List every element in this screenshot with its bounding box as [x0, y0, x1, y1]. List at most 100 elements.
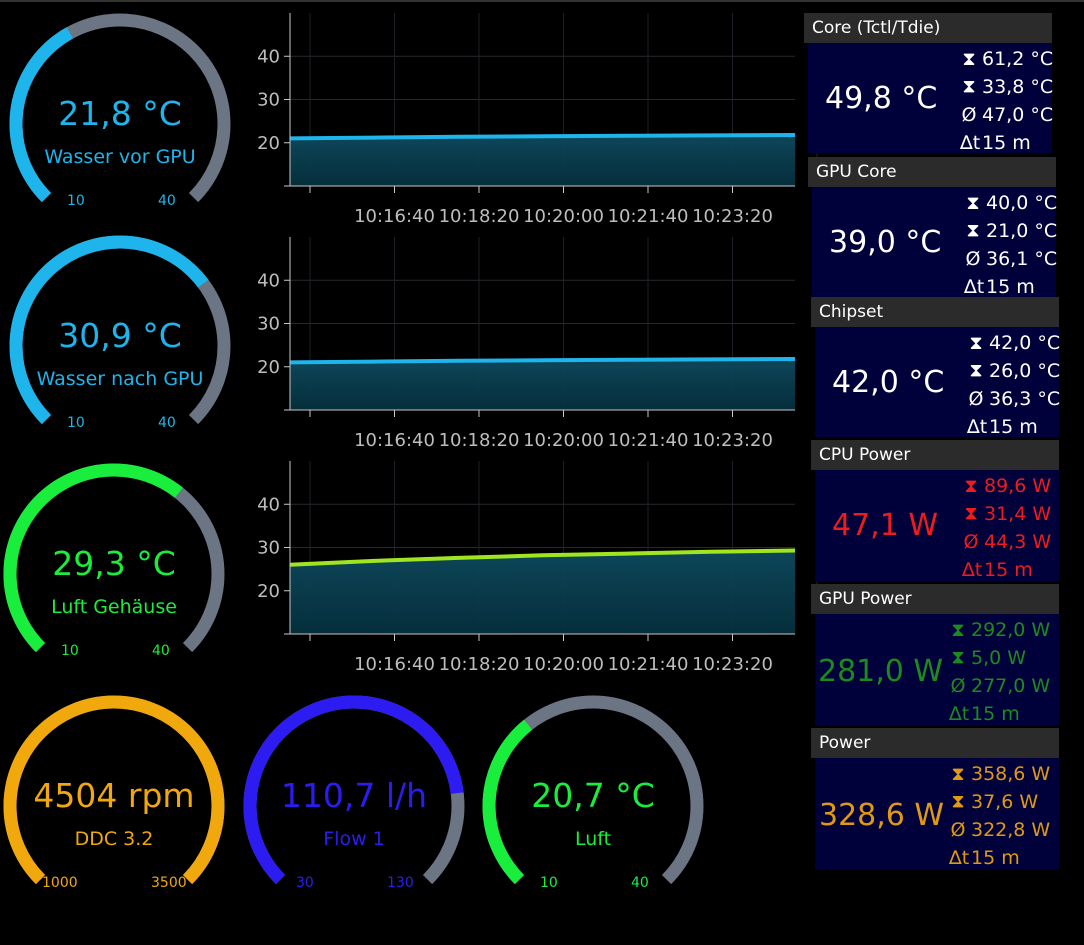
y-tick-label: 30: [257, 314, 280, 335]
gauge-min: 10: [67, 193, 85, 209]
panel-gpu-power: GPU Power 281,0 W ⧗ 292,0 W ⧗ 5,0 W Ø 277,0…: [811, 584, 1059, 726]
stat-max: ⧗ 292,0 W: [949, 616, 1050, 644]
gauge-wasser-vor-gpu: 21,8 °C Wasser vor GPU 10 40: [8, 12, 232, 212]
stat-max-value: 292,0 W: [971, 619, 1051, 641]
avg-icon: Ø: [950, 675, 966, 697]
stat-avg-value: 36,3 °C: [989, 388, 1061, 410]
gauge-min: 10: [67, 415, 85, 431]
panel-value: 49,8 °C: [825, 81, 938, 116]
stat-min: ⧗ 26,0 °C: [967, 357, 1060, 385]
stat-min-value: 33,8 °C: [982, 76, 1054, 98]
x-tick-label: 10:18:20: [439, 654, 520, 675]
stat-avg: Ø 322,8 W: [949, 816, 1051, 844]
chart-luft-gehaeuse: 20 30 40 10:16:40 10:18:20 10:20:00 10:21:40 10…: [250, 458, 818, 678]
min-icon: ⧗: [962, 76, 976, 98]
series-area: [290, 135, 795, 186]
y-tick-label: 40: [257, 494, 280, 515]
gauge-luft: 20,7 °C Luft 10 40: [481, 694, 705, 906]
delta-t-icon: ∆t: [949, 703, 970, 725]
x-tick-label: 10:21:40: [608, 430, 689, 451]
stat-min: ⧗ 5,0 W: [949, 644, 1026, 672]
gauge-max: 40: [631, 875, 649, 891]
panel-value: 47,1 W: [832, 508, 938, 543]
gauge-label: Wasser nach GPU: [36, 368, 204, 390]
gauge-value: 20,7 °C: [531, 776, 655, 815]
min-icon: ⧗: [951, 647, 965, 669]
max-icon: ⧗: [951, 619, 965, 641]
gauge-max: 40: [158, 193, 176, 209]
chart-wasser-nach-gpu: 20 30 40 10:16:40 10:18:20 10:20:00 10:21:40 10…: [250, 234, 818, 454]
stat-min: ⧗ 31,4 W: [962, 500, 1051, 528]
stat-avg: Ø 277,0 W: [949, 672, 1051, 700]
gauge-min: 10: [61, 643, 79, 659]
stat-dt-value: 15 m: [982, 132, 1031, 154]
gauge-label: Wasser vor GPU: [44, 146, 196, 168]
delta-t-icon: ∆t: [967, 416, 988, 438]
delta-t-icon: ∆t: [949, 847, 970, 869]
panel-gpu-core: GPU Core 39,0 °C ⧗ 40,0 °C ⧗ 21,0 °C Ø 36,1…: [808, 157, 1058, 298]
max-icon: ⧗: [969, 332, 983, 354]
stat-dt-value: 15 m: [989, 416, 1038, 438]
panel-chipset: Chipset 42,0 °C ⧗ 42,0 °C ⧗ 26,0 °C Ø 36,3 …: [811, 297, 1061, 438]
max-icon: ⧗: [966, 192, 980, 214]
stat-dt-value: 15 m: [971, 703, 1020, 725]
stat-dt: ∆t15 m: [962, 556, 1033, 584]
stat-dt-value: 15 m: [971, 847, 1020, 869]
gauge-label: Flow 1: [323, 828, 385, 850]
stat-avg-value: 36,1 °C: [986, 248, 1058, 270]
panel-value: 39,0 °C: [829, 225, 942, 260]
avg-icon: Ø: [963, 531, 979, 553]
stat-min-value: 37,6 W: [971, 791, 1039, 813]
y-tick-label: 30: [257, 90, 280, 111]
gauge-label: Luft Gehäuse: [51, 596, 177, 618]
stat-dt: ∆t15 m: [967, 413, 1038, 441]
stat-max-value: 89,6 W: [984, 475, 1052, 497]
y-tick-label: 40: [257, 46, 280, 67]
gauge-ddc: 4504 rpm DDC 3.2 1000 3500: [2, 694, 226, 906]
gauge-label: Luft: [574, 828, 612, 850]
stat-min-value: 21,0 °C: [986, 220, 1058, 242]
stat-dt-value: 15 m: [984, 559, 1033, 581]
min-icon: ⧗: [964, 503, 978, 525]
gauge-luft-gehaeuse: 29,3 °C Luft Gehäuse 10 40: [2, 462, 226, 662]
gauge-value: 4504 rpm: [33, 776, 195, 815]
window-top-border: [0, 0, 1084, 2]
stat-max-value: 358,6 W: [971, 763, 1051, 785]
x-tick-label: 10:21:40: [608, 206, 689, 227]
stat-max: ⧗ 358,6 W: [949, 760, 1050, 788]
x-tick-label: 10:16:40: [354, 430, 435, 451]
y-tick-label: 20: [257, 133, 280, 154]
stat-min-value: 5,0 W: [971, 647, 1027, 669]
stat-avg-value: 47,0 °C: [982, 104, 1054, 126]
min-icon: ⧗: [966, 220, 980, 242]
stat-min-value: 26,0 °C: [989, 360, 1061, 382]
panel-title: Chipset: [811, 297, 1059, 327]
stat-avg-value: 277,0 W: [971, 675, 1051, 697]
stat-min: ⧗ 21,0 °C: [964, 217, 1057, 245]
x-tick-label: 10:18:20: [439, 430, 520, 451]
panel-value: 328,6 W: [819, 798, 945, 833]
stat-max: ⧗ 61,2 °C: [960, 45, 1053, 73]
max-icon: ⧗: [964, 475, 978, 497]
x-tick-label: 10:18:20: [439, 206, 520, 227]
gauge-max: 130: [387, 875, 414, 891]
y-tick-label: 40: [257, 270, 280, 291]
stat-max: ⧗ 89,6 W: [962, 472, 1051, 500]
x-tick-label: 10:23:20: [692, 654, 773, 675]
y-tick-label: 20: [257, 357, 280, 378]
panel-value: 42,0 °C: [832, 365, 945, 400]
chart-wasser-vor-gpu: 20 30 40 10:16:40 10:18:20 10:20:00 10:21:40 10…: [250, 10, 818, 230]
stat-dt-value: 15 m: [986, 276, 1035, 298]
series-area: [290, 359, 795, 410]
gauge-value: 29,3 °C: [52, 544, 176, 583]
stat-min: ⧗ 37,6 W: [949, 788, 1038, 816]
panel-core-tctl-tdie: Core (Tctl/Tdie) 49,8 °C ⧗ 61,2 °C ⧗ 33,8 …: [804, 13, 1054, 154]
x-tick-label: 10:20:00: [523, 654, 604, 675]
panel-power: Power 328,6 W ⧗ 358,6 W ⧗ 37,6 W Ø 322,8 W …: [811, 728, 1059, 870]
avg-icon: Ø: [961, 104, 977, 126]
gauge-min: 30: [296, 875, 314, 891]
panel-title: Power: [811, 728, 1059, 758]
delta-t-icon: ∆t: [960, 132, 981, 154]
panel-title: CPU Power: [811, 440, 1059, 470]
x-tick-label: 10:23:20: [692, 430, 773, 451]
